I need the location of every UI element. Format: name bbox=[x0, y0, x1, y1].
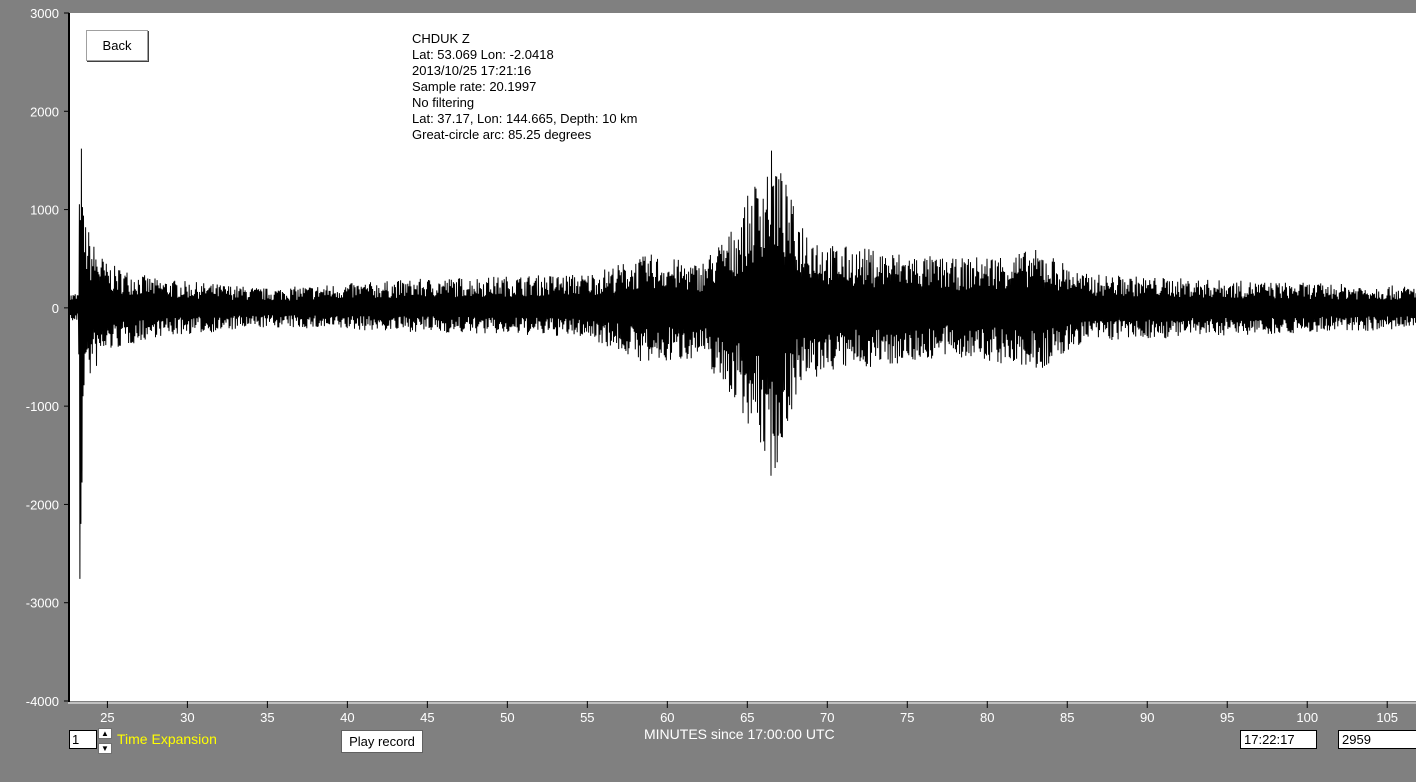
x-tick-label: 75 bbox=[900, 710, 914, 725]
spin-up-icon[interactable]: ▲ bbox=[98, 728, 112, 739]
y-tick-label: -3000 bbox=[26, 596, 59, 611]
info-line: No filtering bbox=[412, 95, 474, 110]
info-line: 2013/10/25 17:21:16 bbox=[412, 63, 531, 78]
x-tick-label: 50 bbox=[500, 710, 514, 725]
y-tick-label: 3000 bbox=[30, 6, 59, 21]
x-axis-title: MINUTES since 17:00:00 UTC bbox=[644, 726, 835, 742]
y-tick-label: 1000 bbox=[30, 203, 59, 218]
y-tick-label: -4000 bbox=[26, 694, 59, 709]
y-tick-label: -2000 bbox=[26, 497, 59, 512]
back-button[interactable]: Back bbox=[86, 30, 148, 61]
play-record-button[interactable]: Play record bbox=[341, 730, 423, 753]
spin-down-icon[interactable]: ▼ bbox=[98, 743, 112, 754]
info-line: CHDUK Z bbox=[412, 31, 470, 46]
x-tick-label: 70 bbox=[820, 710, 834, 725]
x-tick-label: 55 bbox=[580, 710, 594, 725]
time-expansion-label: Time Expansion bbox=[117, 731, 217, 747]
info-line: Great-circle arc: 85.25 degrees bbox=[412, 127, 592, 142]
x-tick-label: 80 bbox=[980, 710, 994, 725]
y-tick-label: 2000 bbox=[30, 104, 59, 119]
x-tick-label: 45 bbox=[420, 710, 434, 725]
x-tick-label: 35 bbox=[260, 710, 274, 725]
time-expansion-input[interactable]: 1 bbox=[69, 730, 97, 749]
current-time-field[interactable]: 17:22:17 bbox=[1240, 730, 1317, 749]
x-tick-label: 30 bbox=[180, 710, 194, 725]
x-tick-label: 25 bbox=[100, 710, 114, 725]
sample-index-field[interactable]: 2959 bbox=[1338, 730, 1416, 749]
x-tick-label: 105 bbox=[1376, 710, 1398, 725]
info-line: Sample rate: 20.1997 bbox=[412, 79, 536, 94]
x-tick-label: 40 bbox=[340, 710, 354, 725]
y-tick-label: -1000 bbox=[26, 399, 59, 414]
info-line: Lat: 53.069 Lon: -2.0418 bbox=[412, 47, 554, 62]
seismogram-chart: 3000 2000 1000 0 -1000 -2000 -3000 -4000 25 30 35… bbox=[26, 6, 1416, 725]
x-tick-label: 85 bbox=[1060, 710, 1074, 725]
x-tick-label: 100 bbox=[1296, 710, 1318, 725]
x-tick-label: 60 bbox=[660, 710, 674, 725]
x-tick-label: 90 bbox=[1140, 710, 1154, 725]
x-axis-ticks: 25 30 35 40 45 50 55 60 65 70 75 80 85 90 95 100 105 bbox=[100, 701, 1398, 725]
x-tick-label: 95 bbox=[1220, 710, 1234, 725]
y-tick-label: 0 bbox=[52, 301, 59, 316]
y-axis-ticks: 3000 2000 1000 0 -1000 -2000 -3000 -4000 bbox=[26, 6, 69, 709]
info-line: Lat: 37.17, Lon: 144.665, Depth: 10 km bbox=[412, 111, 638, 126]
x-tick-label: 65 bbox=[740, 710, 754, 725]
